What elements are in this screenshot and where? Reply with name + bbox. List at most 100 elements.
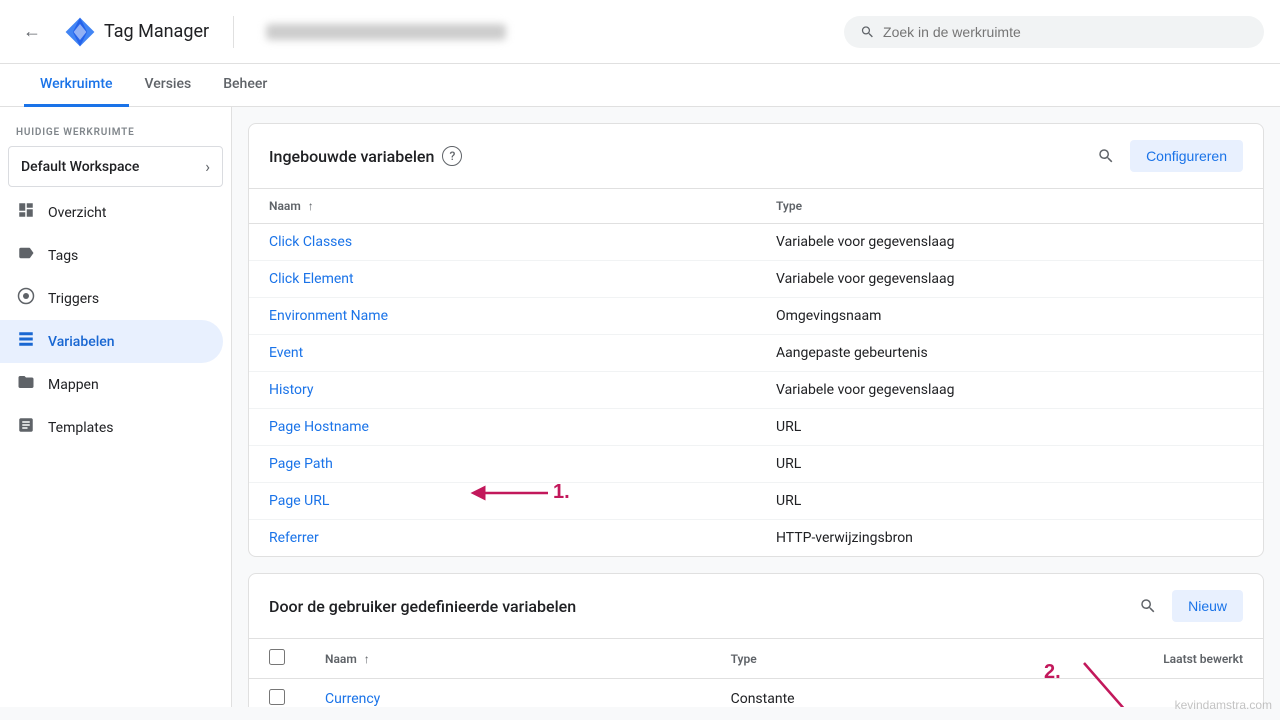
nav-tabs: Werkruimte Versies Beheer (0, 64, 1280, 107)
sidebar-item-tags[interactable]: Tags (0, 234, 223, 277)
cell-name: Referrer (249, 520, 756, 557)
cell-name: Page URL (249, 483, 756, 520)
col-header-user-name[interactable]: Naam ↑ (305, 639, 711, 679)
cell-type: Variabele voor gegevenslaag (756, 372, 1263, 409)
section-header-builtin: Ingebouwde variabelen ? Configureren (249, 124, 1263, 189)
table-row: History Variabele voor gegevenslaag (249, 372, 1263, 409)
var-link[interactable]: Currency (325, 691, 380, 707)
var-link[interactable]: Page Hostname (269, 419, 369, 435)
topbar: ← Tag Manager (0, 0, 1280, 64)
section-title-text: Ingebouwde variabelen (269, 147, 434, 166)
cell-type: Variabele voor gegevenslaag (756, 261, 1263, 298)
sidebar-item-triggers[interactable]: Triggers (0, 277, 223, 320)
sidebar-item-variabelen[interactable]: Variabelen (0, 320, 223, 363)
back-icon: ← (23, 21, 41, 42)
new-button[interactable]: Nieuw (1172, 590, 1243, 622)
row-checkbox[interactable] (269, 689, 285, 705)
app-title: Tag Manager (104, 21, 209, 42)
cell-type: URL (756, 446, 1263, 483)
cell-type: URL (756, 483, 1263, 520)
section-header-user: Door de gebruiker gedefinieerde variabel… (249, 574, 1263, 639)
topbar-divider (233, 16, 234, 48)
sidebar-item-mappen[interactable]: Mappen (0, 363, 223, 406)
section-actions-builtin: Configureren (1090, 140, 1243, 172)
cell-last-edit (967, 679, 1263, 708)
workspace-name: Default Workspace (21, 159, 139, 175)
back-button[interactable]: ← (16, 16, 48, 48)
search-box[interactable] (844, 16, 1264, 48)
cell-type: Omgevingsnaam (756, 298, 1263, 335)
cell-name: Page Path (249, 446, 756, 483)
sort-icon: ↑ (308, 199, 314, 213)
triggers-icon (16, 287, 36, 310)
cell-checkbox (249, 679, 305, 708)
sidebar-item-label: Mappen (48, 377, 99, 393)
sidebar: HUIDIGE WERKRUIMTE Default Workspace › O… (0, 107, 232, 707)
cell-name: Event (249, 335, 756, 372)
section-actions-user: Nieuw (1132, 590, 1243, 622)
user-defined-variables-section: Door de gebruiker gedefinieerde variabel… (248, 573, 1264, 707)
sidebar-section-label: HUIDIGE WERKRUIMTE (0, 115, 231, 142)
sidebar-item-label: Templates (48, 420, 114, 436)
var-link[interactable]: Click Classes (269, 234, 352, 250)
section-title-user: Door de gebruiker gedefinieerde variabel… (269, 597, 576, 616)
sidebar-item-label: Overzicht (48, 205, 106, 221)
tab-beheer[interactable]: Beheer (207, 64, 283, 107)
col-header-name[interactable]: Naam ↑ (249, 189, 756, 224)
help-icon[interactable]: ? (442, 146, 462, 166)
search-builtin-button[interactable] (1090, 140, 1122, 172)
var-link[interactable]: Referrer (269, 530, 319, 546)
built-in-variables-section: Ingebouwde variabelen ? Configureren (248, 123, 1264, 557)
cell-name: Page Hostname (249, 409, 756, 446)
var-link[interactable]: Page Path (269, 456, 333, 472)
tags-icon (16, 244, 36, 267)
cell-type: HTTP-verwijzingsbron (756, 520, 1263, 557)
sidebar-item-overzicht[interactable]: Overzicht (0, 191, 223, 234)
table-row: Referrer HTTP-verwijzingsbron (249, 520, 1263, 557)
sidebar-item-label: Tags (48, 248, 78, 264)
section-title-builtin: Ingebouwde variabelen ? (269, 146, 462, 166)
mappen-icon (16, 373, 36, 396)
var-link[interactable]: Event (269, 345, 303, 361)
variabelen-icon (16, 330, 36, 353)
user-table: Naam ↑ Type Laatst bewerkt (249, 639, 1263, 707)
table-row: Click Classes Variabele voor gegevenslaa… (249, 224, 1263, 261)
table-row: Currency Constante (249, 679, 1263, 708)
cell-type: Aangepaste gebeurtenis (756, 335, 1263, 372)
builtin-table: Naam ↑ Type Click Classes Variabele voor… (249, 189, 1263, 556)
var-link[interactable]: Page URL (269, 493, 329, 509)
col-header-type: Type (756, 189, 1263, 224)
tab-versies[interactable]: Versies (129, 64, 208, 107)
workspace-chevron-icon: › (205, 157, 210, 176)
cell-name: Currency (305, 679, 711, 708)
search-user-button[interactable] (1132, 590, 1164, 622)
col-header-last-edit: Laatst bewerkt (967, 639, 1263, 679)
section-title-user-text: Door de gebruiker gedefinieerde variabel… (269, 597, 576, 616)
sidebar-item-templates[interactable]: Templates (0, 406, 223, 449)
cell-type: Constante (711, 679, 968, 708)
tab-werkruimte[interactable]: Werkruimte (24, 64, 129, 107)
sidebar-item-label: Variabelen (48, 334, 115, 350)
table-row: Page Hostname URL (249, 409, 1263, 446)
account-selector[interactable] (250, 24, 828, 40)
var-link[interactable]: Environment Name (269, 308, 388, 324)
workspace-selector[interactable]: Default Workspace › (8, 146, 223, 187)
select-all-checkbox[interactable] (269, 649, 285, 665)
var-link[interactable]: History (269, 382, 314, 398)
templates-icon (16, 416, 36, 439)
var-link[interactable]: Click Element (269, 271, 354, 287)
cell-name: History (249, 372, 756, 409)
main-layout: HUIDIGE WERKRUIMTE Default Workspace › O… (0, 107, 1280, 707)
sidebar-item-label: Triggers (48, 291, 99, 307)
cell-name: Click Classes (249, 224, 756, 261)
table-row: Event Aangepaste gebeurtenis (249, 335, 1263, 372)
configure-button[interactable]: Configureren (1130, 140, 1243, 172)
search-icon (860, 24, 875, 40)
table-row: Click Element Variabele voor gegevenslaa… (249, 261, 1263, 298)
app-logo: Tag Manager (64, 16, 217, 48)
search-input[interactable] (883, 24, 1248, 40)
gtm-logo-icon (64, 16, 96, 48)
col-checkbox-header (249, 639, 305, 679)
overview-icon (16, 201, 36, 224)
sort-icon-user: ↑ (364, 652, 370, 666)
